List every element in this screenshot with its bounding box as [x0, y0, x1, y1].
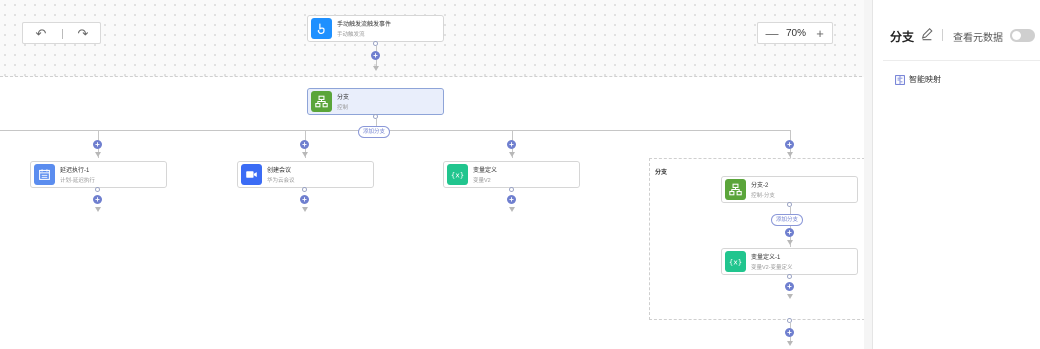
toggle-knob	[1012, 31, 1021, 40]
node-title: 手动触发流触发事件	[337, 22, 392, 28]
connector-arrow	[373, 66, 379, 71]
connector-arrow	[787, 294, 793, 299]
connector-dot	[787, 274, 792, 279]
node-title: 延迟执行-1	[60, 168, 90, 174]
connector-arrow	[787, 152, 793, 157]
connector-dot	[95, 187, 100, 192]
branch-icon	[311, 91, 332, 112]
undo-redo-toolbar: ↶ ↷	[22, 22, 101, 44]
trigger-node[interactable]: 手动触发流触发事件 手动触发流	[307, 15, 444, 42]
connector-arrow	[509, 207, 515, 212]
add-step-button[interactable]: +	[93, 140, 102, 149]
view-metadata-toggle[interactable]	[1010, 29, 1035, 42]
zoom-level: 70%	[786, 28, 807, 39]
node-subtitle: 变量V2	[473, 178, 491, 184]
connector-dot	[302, 187, 307, 192]
nested-branch-node[interactable]: 分支-2 控制-分支	[721, 176, 858, 203]
node-subtitle: 变量V2-变量定义	[751, 265, 793, 271]
node-subtitle: 控制-分支	[751, 193, 775, 199]
node-subtitle: 计划-延迟执行	[60, 178, 95, 184]
connector-arrow	[787, 240, 793, 245]
add-step-button[interactable]: +	[785, 228, 794, 237]
node-subtitle: 控制	[337, 105, 349, 111]
canvas-scrollbar[interactable]	[864, 0, 872, 349]
branch-icon	[725, 179, 746, 200]
svg-text:{x}: {x}	[451, 170, 464, 179]
add-branch-button[interactable]: 添加分支	[358, 126, 391, 138]
variable-icon: {x}	[447, 164, 468, 185]
panel-title: 分支	[890, 30, 915, 44]
connector-arrow	[787, 341, 793, 346]
svg-text:{x}: {x}	[729, 257, 742, 266]
zoom-in-button[interactable]: +	[808, 23, 832, 45]
connector-dot	[509, 187, 514, 192]
node-subtitle: 手动触发流	[337, 32, 365, 38]
connector-arrow	[302, 207, 308, 212]
edit-pencil-icon[interactable]	[920, 27, 934, 41]
add-step-button[interactable]: +	[93, 195, 102, 204]
branch-node[interactable]: 分支 控制	[307, 88, 444, 115]
add-step-button[interactable]: +	[785, 282, 794, 291]
calendar-icon	[34, 164, 55, 185]
node-title: 变量定义	[473, 168, 498, 174]
video-camera-icon	[241, 164, 262, 185]
node-subtitle: 华为云会议	[267, 178, 295, 184]
toolbar-divider	[62, 29, 63, 39]
add-step-button[interactable]: +	[300, 140, 309, 149]
zoom-toolbar: — 70% +	[757, 22, 833, 44]
node-title: 分支	[337, 95, 350, 101]
add-step-button[interactable]: +	[507, 195, 516, 204]
add-step-button[interactable]: +	[300, 195, 309, 204]
hand-pointer-icon	[311, 18, 332, 39]
node-title: 变量定义-1	[751, 255, 781, 261]
panel-divider	[883, 60, 1040, 61]
properties-panel: 分支 查看元数据 智能映射	[872, 0, 1040, 349]
smart-mapping-link[interactable]: 智能映射	[895, 74, 941, 85]
create-meeting-node[interactable]: 创建会议 华为云会议	[237, 161, 374, 188]
add-step-button[interactable]: +	[507, 140, 516, 149]
smart-mapping-icon	[895, 74, 905, 85]
add-step-button[interactable]: +	[371, 51, 380, 60]
branch-line	[0, 130, 790, 131]
add-branch-button[interactable]: 添加分支	[771, 214, 804, 226]
variable-node[interactable]: {x} 变量定义 变量V2	[443, 161, 580, 188]
flow-canvas[interactable]: ↶ ↷ — 70% + 手动触发流触发事件 手动触发流 + 分支 控制 添加分支…	[0, 0, 872, 349]
view-metadata-label: 查看元数据	[953, 33, 1003, 44]
node-title: 分支-2	[751, 183, 769, 189]
header-divider	[942, 29, 943, 41]
group-label: 分支	[655, 170, 668, 176]
connector-arrow	[95, 207, 101, 212]
undo-icon[interactable]: ↶	[29, 23, 53, 45]
zoom-out-button[interactable]: —	[760, 23, 784, 45]
smart-mapping-label: 智能映射	[909, 75, 941, 84]
add-step-button[interactable]: +	[785, 328, 794, 337]
redo-icon[interactable]: ↷	[71, 23, 95, 45]
delay-node[interactable]: 延迟执行-1 计划-延迟执行	[30, 161, 167, 188]
variable-icon: {x}	[725, 251, 746, 272]
add-step-button[interactable]: +	[785, 140, 794, 149]
nested-variable-node[interactable]: {x} 变量定义-1 变量V2-变量定义	[721, 248, 858, 275]
connector-arrow	[509, 152, 515, 157]
node-title: 创建会议	[267, 168, 292, 174]
connector-arrow	[95, 152, 101, 157]
connector-arrow	[302, 152, 308, 157]
